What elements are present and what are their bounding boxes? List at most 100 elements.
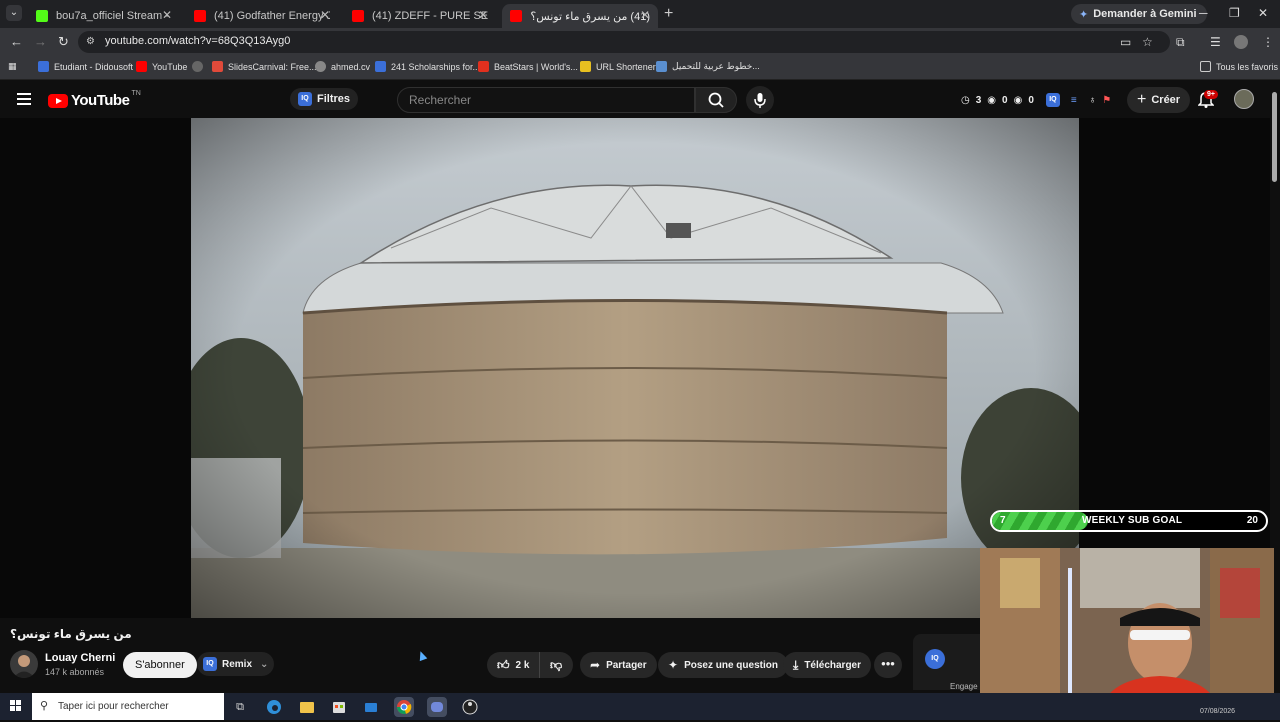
bookmark-label: YouTube	[152, 61, 188, 72]
bookmark-label: URL Shortener	[596, 61, 656, 72]
weekly-sub-goal-bar: 7 WEEKLY SUB GOAL 20	[990, 510, 1268, 532]
tab-strip: ⌄ bou7a_officiel Stream - Watch Live ✕ (…	[0, 0, 1280, 28]
url-text[interactable]: youtube.com/watch?v=68Q3Q13Ayg0	[105, 35, 290, 47]
address-bar[interactable]: ⚙ youtube.com/watch?v=68Q3Q13Ayg0	[78, 31, 1170, 53]
back-icon[interactable]: ←	[10, 34, 23, 49]
tab-search-button[interactable]: ⌄	[6, 5, 22, 21]
bookmark-star-icon[interactable]: ☆	[1142, 35, 1153, 49]
search-button[interactable]	[695, 87, 737, 113]
site-info-icon[interactable]: ⚙	[86, 36, 95, 47]
apps-grid-icon[interactable]: ▦	[8, 61, 17, 72]
filters-button[interactable]: IQ Filtres	[290, 88, 359, 110]
obs-icon[interactable]	[460, 697, 480, 717]
video-player[interactable]	[191, 118, 1079, 618]
gemini-button[interactable]: ✦ Demander à Gemini	[1071, 4, 1207, 24]
close-tab-icon[interactable]: ✕	[478, 8, 488, 22]
share-button[interactable]: ➦ Partager	[580, 652, 657, 678]
taskbar-search-input[interactable]: ⚲ Taper ici pour rechercher	[32, 693, 224, 720]
close-tab-icon[interactable]: ✕	[162, 8, 172, 22]
all-bookmarks-button[interactable]: Tous les favoris	[1200, 61, 1278, 72]
subscriber-count: 147 k abonnés	[45, 667, 105, 677]
iq-extension-icon: IQ	[203, 657, 217, 671]
mail-icon[interactable]	[361, 697, 381, 717]
download-button[interactable]: ⤓ Télécharger	[783, 652, 872, 678]
more-actions-button[interactable]: •••	[874, 652, 902, 678]
hamburger-menu-icon[interactable]	[17, 93, 31, 105]
close-window-icon[interactable]: ✕	[1258, 6, 1268, 20]
profile-avatar-icon[interactable]	[1234, 35, 1248, 49]
close-tab-icon[interactable]: ✕	[640, 8, 650, 22]
trophy-icon[interactable]: ♁	[1089, 95, 1097, 106]
bookmark-item[interactable]: Etudiant - Didousoft	[38, 61, 133, 72]
subscribe-button[interactable]: S'abonner	[123, 652, 197, 678]
channel-avatar[interactable]	[10, 650, 38, 678]
channel-name[interactable]: Louay Cherni	[45, 652, 115, 664]
tab-zdeff-session[interactable]: (41) ZDEFF - PURE SESSION (Live) ✕	[344, 4, 496, 28]
voice-search-button[interactable]	[746, 86, 774, 114]
account-avatar[interactable]	[1234, 89, 1254, 109]
stat-value: 3	[975, 94, 982, 106]
cast-icon[interactable]: ▭	[1120, 35, 1131, 49]
tab-active-video[interactable]: (41) من يسرق ماء تونس؟ - ✕	[502, 4, 658, 28]
windows-start-icon[interactable]	[10, 700, 22, 712]
bookmark-label: BeatStars | World's...	[494, 61, 578, 72]
youtube-header: YouTube TN IQ Filtres ◷3 ◉0 ◉0 IQ ≡ ♁ ⚑ …	[0, 80, 1280, 118]
restore-icon[interactable]: ❐	[1229, 6, 1240, 20]
chrome-icon[interactable]	[394, 697, 414, 717]
bookmark-item[interactable]: 241 Scholarships for...	[375, 61, 480, 72]
close-tab-icon[interactable]: ✕	[320, 8, 330, 22]
bookmark-item[interactable]: BeatStars | World's...	[478, 61, 578, 72]
forward-icon[interactable]: →	[34, 34, 47, 49]
menu-kebab-icon[interactable]: ⋮	[1262, 35, 1274, 49]
beatstars-icon	[478, 61, 489, 72]
edge-browser-icon[interactable]	[264, 697, 284, 717]
bookmark-item[interactable]: ahmed.cv	[315, 61, 370, 72]
discord-logo	[431, 702, 443, 712]
ask-question-button[interactable]: ✦ Posez une question	[658, 652, 788, 678]
eye-icon: ◉	[987, 94, 997, 106]
iq-extension-icon[interactable]: IQ	[1045, 93, 1060, 107]
bookmark-item[interactable]: YouTube	[136, 61, 187, 72]
discord-icon[interactable]	[427, 697, 447, 717]
alert-icon[interactable]: ⚑	[1102, 95, 1111, 106]
share-arrow-icon: ➦	[590, 658, 601, 672]
youtube-play-icon	[48, 93, 68, 108]
sub-goal-progress-fill	[992, 512, 1088, 530]
like-button[interactable]: 👍︎ 2 k	[487, 652, 539, 678]
microsoft-store-icon[interactable]	[329, 697, 349, 717]
new-tab-button[interactable]: +	[664, 5, 673, 23]
tab-godfather-jazz[interactable]: (41) Godfather Energy Jazz | Old ✕	[186, 4, 338, 28]
reading-list-icon[interactable]: ☰	[1210, 35, 1221, 49]
folder-logo	[300, 702, 314, 713]
scrollbar-thumb[interactable]	[1272, 92, 1277, 182]
iq-extension-icon[interactable]: IQ	[925, 649, 945, 669]
bookmark-item[interactable]: URL Shortener	[580, 61, 656, 72]
video-title: من يسرق ماء تونس؟	[10, 627, 132, 641]
didousoft-icon	[38, 61, 49, 72]
list-icon[interactable]: ≡	[1071, 95, 1077, 106]
minimize-icon[interactable]: ─	[1199, 6, 1208, 20]
bookmark-item[interactable]: خطوط عربية للتحميل...	[656, 61, 760, 72]
bookmark-label: SlidesCarnival: Free...	[228, 61, 317, 72]
remix-button[interactable]: IQ Remix ⌄	[197, 652, 275, 676]
scholarships-icon	[375, 61, 386, 72]
youtube-logo[interactable]: YouTube TN	[48, 90, 141, 109]
filters-label: Filtres	[317, 93, 351, 105]
search-input[interactable]	[397, 87, 695, 113]
task-view-icon[interactable]: ⧉	[230, 697, 250, 717]
file-explorer-icon[interactable]	[297, 697, 317, 717]
notification-count-badge: 9+	[1204, 90, 1218, 99]
download-icon: ⤓	[793, 657, 799, 672]
dislike-button[interactable]: 👎︎	[539, 652, 573, 678]
create-button[interactable]: + Créer	[1127, 87, 1191, 113]
download-label: Télécharger	[804, 659, 862, 671]
bookmark-item[interactable]: SlidesCarnival: Free...	[212, 61, 317, 72]
more-horizontal-icon: •••	[881, 656, 895, 671]
obs-logo	[462, 699, 478, 715]
reload-icon[interactable]: ↻	[58, 34, 69, 50]
sub-goal-label: WEEKLY SUB GOAL	[1082, 515, 1183, 526]
bookmark-item[interactable]	[192, 61, 208, 72]
sub-goal-max: 20	[1246, 515, 1258, 526]
tab-kick-stream[interactable]: bou7a_officiel Stream - Watch Live ✕	[28, 4, 180, 28]
extensions-icon[interactable]: ⧉	[1176, 35, 1185, 50]
